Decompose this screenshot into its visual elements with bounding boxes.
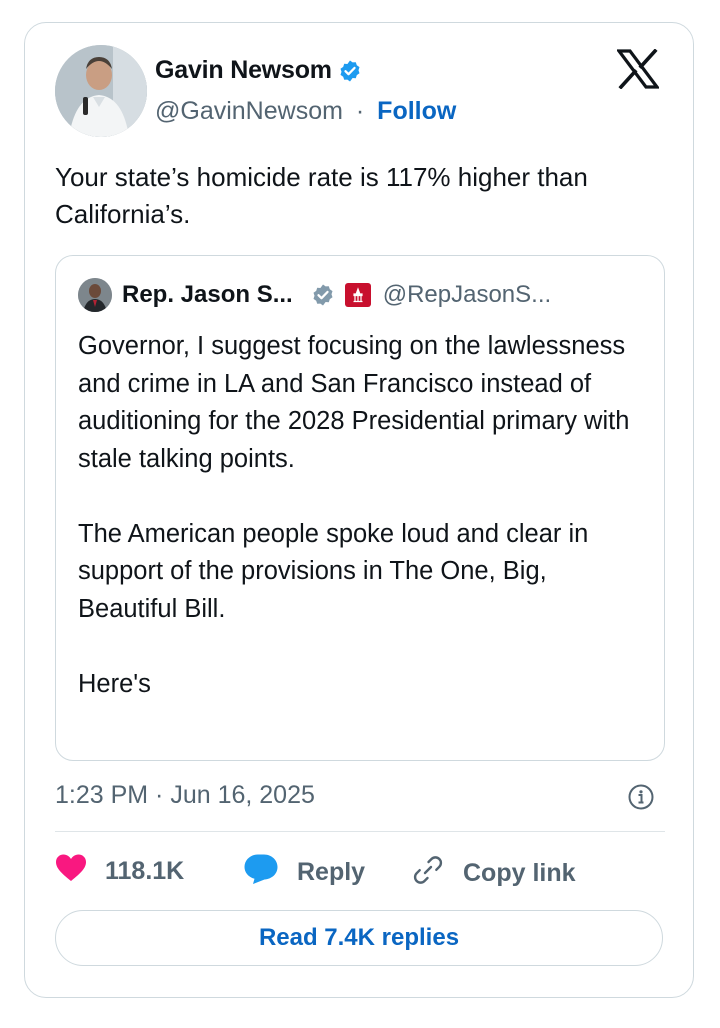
divider	[55, 831, 665, 832]
quoted-post-text: Governor, I suggest focusing on the lawl…	[78, 328, 648, 741]
verified-badge-icon	[338, 59, 362, 83]
quoted-paragraph-2: The American people spoke loud and clear…	[78, 519, 589, 623]
like-button[interactable]: 118.1K	[55, 853, 184, 890]
post-timestamp[interactable]: 1:23 PM · Jun 16, 2025	[55, 781, 315, 810]
quoted-author-name[interactable]: Rep. Jason S...	[122, 281, 293, 309]
post-text: Your state’s homicide rate is 117% highe…	[55, 162, 588, 229]
info-icon[interactable]	[627, 783, 655, 816]
read-replies-button[interactable]: Read 7.4K replies	[55, 910, 663, 966]
quoted-paragraph-3: Here's	[78, 669, 151, 698]
author-name-row[interactable]: Gavin Newsom	[155, 56, 362, 85]
copy-link-label: Copy link	[463, 859, 576, 887]
reply-label: Reply	[297, 858, 366, 886]
reply-button[interactable]: Reply	[243, 853, 365, 892]
quoted-author-avatar[interactable]	[78, 278, 112, 312]
action-bar: 118.1K Reply Copy link	[55, 853, 665, 893]
heart-icon	[55, 853, 87, 890]
quoted-post-header: Rep. Jason S... @RepJasonS...	[78, 278, 551, 312]
gray-verified-badge-icon	[311, 283, 335, 307]
author-handle[interactable]: @GavinNewsom	[155, 97, 343, 125]
copy-link-button[interactable]: Copy link	[411, 853, 576, 894]
reply-bubble-icon	[243, 853, 279, 892]
like-count: 118.1K	[105, 857, 185, 885]
quoted-post[interactable]: Rep. Jason S... @RepJasonS... Governor, …	[55, 255, 665, 761]
separator-dot: ·	[355, 97, 365, 125]
author-handle-row: @GavinNewsom · Follow	[155, 97, 456, 126]
x-logo-icon[interactable]	[615, 48, 661, 94]
link-icon	[411, 853, 445, 894]
quoted-author-handle[interactable]: @RepJasonS...	[383, 281, 551, 309]
embedded-post-card: Gavin Newsom @GavinNewsom · Follow Your …	[24, 22, 694, 998]
author-avatar[interactable]	[55, 45, 147, 137]
author-name[interactable]: Gavin Newsom	[155, 56, 332, 85]
quoted-paragraph-1: Governor, I suggest focusing on the lawl…	[78, 332, 630, 473]
congress-flag-icon	[344, 283, 371, 307]
follow-button[interactable]: Follow	[377, 97, 456, 125]
